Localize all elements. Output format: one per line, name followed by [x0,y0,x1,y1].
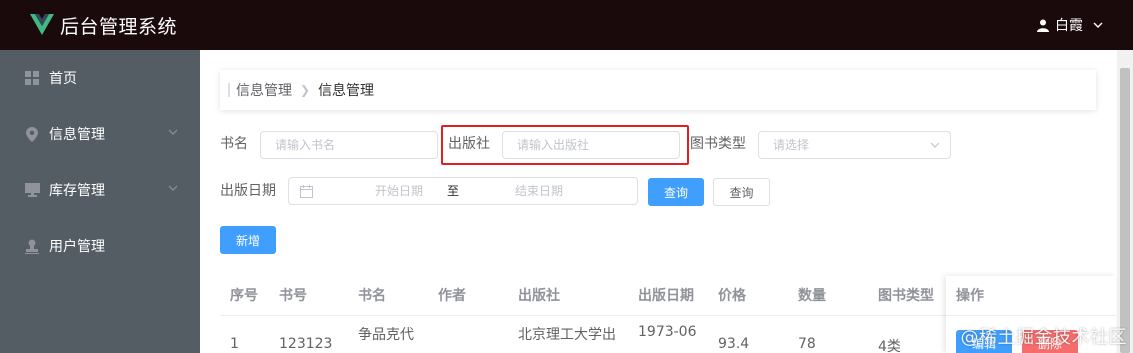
column-header: 序号 [230,288,258,304]
app-title: 后台管理系统 [60,15,178,38]
date-start-input[interactable]: 开始日期 [359,178,439,204]
logo: 后台管理系统 [30,12,177,39]
user-icon [1037,19,1049,32]
select-placeholder: 请选择 [773,138,810,152]
cell-price: 93.4 [718,336,750,352]
grid-icon [24,70,40,86]
publisher-label: 出版社 [448,136,490,152]
cell-date: 1973-06 [638,324,697,340]
sidebar-item-inventory[interactable]: 库存管理 [0,162,200,218]
column-header: 作者 [438,288,466,304]
breadcrumb-bar [228,83,230,97]
sidebar-item-home[interactable]: 首页 [0,50,200,106]
sidebar: 首页 信息管理 库存管理 用户管理 [0,50,200,353]
book-type-select[interactable]: 请选择 [758,131,951,159]
sidebar-item-label: 用户管理 [49,239,105,255]
publisher-input[interactable]: 请输入出版社 [502,131,680,159]
column-header: 操作 [956,288,984,304]
column-header: 书名 [358,288,386,304]
column-header: 数量 [798,288,826,304]
column-header: 出版日期 [638,288,694,304]
chevron-down-icon [930,142,940,148]
chevron-down-icon [168,129,178,135]
book-type-label: 图书类型 [690,136,746,152]
main-content: 信息管理 ❯ 信息管理 书名 请输入书名 出版社 请输入出版社 图书类型 请选择… [200,50,1117,353]
column-header: 出版社 [518,288,560,304]
sidebar-item-info[interactable]: 信息管理 [0,106,200,162]
sidebar-item-label: 首页 [49,71,77,87]
cell-type: 4类 [878,339,901,353]
add-button[interactable]: 新增 [220,226,276,254]
sidebar-item-label: 库存管理 [49,183,105,199]
query-default-button[interactable]: 查询 [713,178,770,206]
book-name-input[interactable]: 请输入书名 [260,131,438,159]
chevron-down-icon [168,185,178,191]
action-header: 操作 [946,276,1116,316]
user-stamp-icon [24,238,40,254]
sidebar-item-users[interactable]: 用户管理 [0,218,200,274]
date-end-input[interactable]: 结束日期 [499,178,579,204]
date-separator: 至 [447,184,460,198]
vue-logo-icon [30,14,54,35]
calendar-icon [300,185,313,198]
cell-quantity: 78 [798,336,816,352]
user-name: 白霞 [1055,18,1083,34]
column-header: 书号 [279,288,307,304]
column-header: 价格 [718,288,746,304]
cell-isbn: 123123 [279,336,333,352]
breadcrumb: 信息管理 ❯ 信息管理 [220,70,1096,110]
column-header: 图书类型 [878,288,934,304]
location-icon [24,126,40,142]
breadcrumb-item-current: 信息管理 [318,83,375,99]
publish-date-label: 出版日期 [220,183,276,199]
date-range-picker[interactable]: 开始日期 至 结束日期 [288,177,638,205]
top-header: 后台管理系统 白霞 [0,0,1133,50]
user-menu[interactable]: 白霞 [1037,0,1103,50]
monitor-icon [24,182,40,198]
breadcrumb-separator-icon: ❯ [300,83,311,97]
scrollbar-thumb[interactable] [1120,68,1130,353]
query-button[interactable]: 查询 [648,178,704,206]
cell-publisher: 北京理工大学出 [518,327,616,343]
vertical-scrollbar[interactable] [1117,50,1133,353]
cell-title: 争品克代 [358,327,414,343]
cell-index: 1 [230,336,239,352]
watermark: @稀土掘金技术社区 [960,327,1127,348]
chevron-down-icon [1093,22,1103,28]
sidebar-item-label: 信息管理 [49,127,105,143]
breadcrumb-item[interactable]: 信息管理 [236,80,292,100]
book-name-label: 书名 [220,136,248,152]
